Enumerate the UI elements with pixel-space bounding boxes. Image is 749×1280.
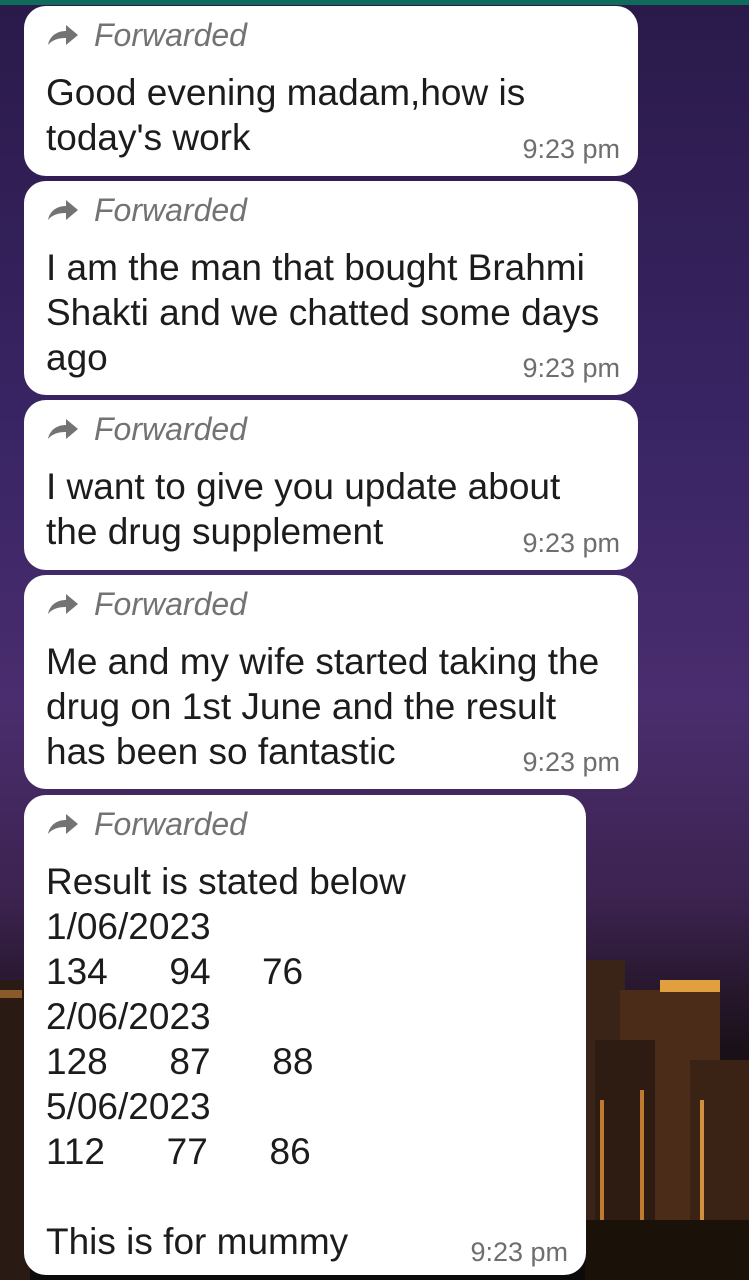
forwarded-label: Forwarded <box>46 410 620 447</box>
message-time: 9:23 pm <box>522 353 620 383</box>
forwarded-text: Forwarded <box>94 410 247 447</box>
forward-arrow-icon <box>48 200 78 220</box>
message-bubble[interactable]: Forwarded Result is stated below 1/06/20… <box>24 795 586 1275</box>
forward-arrow-icon <box>48 594 78 614</box>
forwarded-text: Forwarded <box>94 191 247 228</box>
forward-arrow-icon <box>48 814 78 834</box>
message-time: 9:23 pm <box>522 747 620 777</box>
message-bubble[interactable]: Forwarded Good evening madam,how is toda… <box>24 6 638 176</box>
forwarded-label: Forwarded <box>46 805 568 842</box>
forwarded-label: Forwarded <box>46 191 620 228</box>
message-time: 9:23 pm <box>522 134 620 164</box>
message-text: Result is stated below 1/06/2023 134 94 … <box>46 861 406 1262</box>
forward-arrow-icon <box>48 419 78 439</box>
forwarded-text: Forwarded <box>94 585 247 622</box>
message-bubble[interactable]: Forwarded Me and my wife started taking … <box>24 575 638 789</box>
message-time: 9:23 pm <box>470 1237 568 1267</box>
forwarded-label: Forwarded <box>46 585 620 622</box>
app-header-strip <box>0 0 749 5</box>
forwarded-label: Forwarded <box>46 16 620 53</box>
message-bubble[interactable]: Forwarded I want to give you update abou… <box>24 400 638 570</box>
forwarded-text: Forwarded <box>94 805 247 842</box>
forwarded-text: Forwarded <box>94 16 247 53</box>
forward-arrow-icon <box>48 25 78 45</box>
message-bubble[interactable]: Forwarded I am the man that bought Brahm… <box>24 181 638 395</box>
message-time: 9:23 pm <box>522 528 620 558</box>
